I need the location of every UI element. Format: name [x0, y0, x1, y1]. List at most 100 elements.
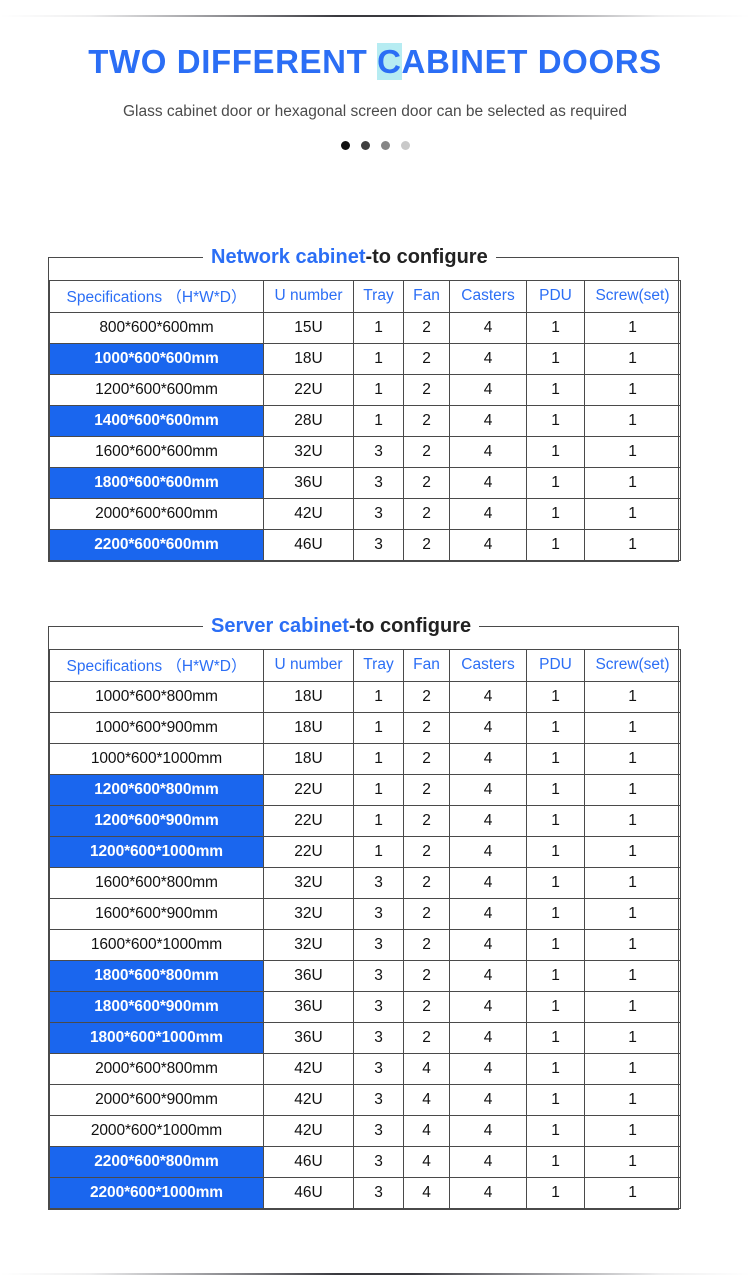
cell-spec: 2200*600*600mm	[49, 528, 264, 561]
cell-casters: 4	[449, 1114, 527, 1147]
cell-screw: 1	[584, 866, 681, 899]
cell-pdu: 1	[526, 897, 585, 930]
cell-pdu: 1	[526, 497, 585, 530]
cell-tray: 3	[353, 928, 404, 961]
cell-u: 42U	[263, 497, 354, 530]
cell-pdu: 1	[526, 928, 585, 961]
column-header-u: U number	[263, 648, 354, 682]
cell-u: 32U	[263, 435, 354, 468]
column-header-casters: Casters	[449, 279, 527, 313]
cell-screw: 1	[584, 1145, 681, 1178]
column-header-tray: Tray	[353, 279, 404, 313]
cell-spec: 1000*600*600mm	[49, 342, 264, 375]
table-legend: Server cabinet-to configure	[48, 615, 679, 636]
cell-casters: 4	[449, 1021, 527, 1054]
cell-fan: 2	[403, 680, 450, 713]
carousel-dots[interactable]	[0, 140, 750, 150]
cell-spec: 1200*600*800mm	[49, 773, 264, 806]
cell-pdu: 1	[526, 804, 585, 837]
cell-spec: 1200*600*900mm	[49, 804, 264, 837]
cell-pdu: 1	[526, 1021, 585, 1054]
cell-spec: 800*600*600mm	[49, 311, 264, 344]
cell-tray: 3	[353, 959, 404, 992]
legend-rule-left	[48, 257, 203, 258]
cell-u: 42U	[263, 1052, 354, 1085]
table-row: 800*600*600mm 15U 1 2 4 1 1	[49, 311, 681, 344]
cell-casters: 4	[449, 497, 527, 530]
cell-spec: 1800*600*1000mm	[49, 1021, 264, 1054]
spec-table: Specifications （H*W*D） U number Tray Fan Cas…	[49, 627, 681, 1209]
column-header-tray: Tray	[353, 648, 404, 682]
cell-casters: 4	[449, 959, 527, 992]
cell-casters: 4	[449, 866, 527, 899]
table-row: 1000*600*600mm 18U 1 2 4 1 1	[49, 342, 681, 375]
carousel-dot-4[interactable]	[400, 140, 410, 150]
cell-screw: 1	[584, 804, 681, 837]
cell-screw: 1	[584, 711, 681, 744]
cell-pdu: 1	[526, 528, 585, 561]
cell-pdu: 1	[526, 742, 585, 775]
page-title-highlight: C	[377, 43, 402, 80]
cell-u: 22U	[263, 804, 354, 837]
cell-casters: 4	[449, 435, 527, 468]
cell-screw: 1	[584, 1176, 681, 1209]
cell-screw: 1	[584, 435, 681, 468]
column-header-fan: Fan	[403, 648, 450, 682]
cell-pdu: 1	[526, 435, 585, 468]
cell-pdu: 1	[526, 835, 585, 868]
column-header-casters: Casters	[449, 648, 527, 682]
cell-u: 46U	[263, 1176, 354, 1209]
table-row: 1000*600*1000mm 18U 1 2 4 1 1	[49, 742, 681, 775]
carousel-dot-2[interactable]	[360, 140, 370, 150]
cell-u: 36U	[263, 1021, 354, 1054]
table-row: 1800*600*800mm 36U 3 2 4 1 1	[49, 959, 681, 992]
cell-casters: 4	[449, 928, 527, 961]
table-row: 1800*600*600mm 36U 3 2 4 1 1	[49, 466, 681, 499]
carousel-dot-1[interactable]	[340, 140, 350, 150]
carousel-dot-3[interactable]	[380, 140, 390, 150]
cell-screw: 1	[584, 1021, 681, 1054]
table-legend: Network cabinet-to configure	[48, 246, 679, 267]
cell-pdu: 1	[526, 711, 585, 744]
cell-screw: 1	[584, 404, 681, 437]
cell-pdu: 1	[526, 866, 585, 899]
top-divider	[0, 15, 750, 17]
cell-fan: 2	[403, 897, 450, 930]
table-row: 1600*600*900mm 32U 3 2 4 1 1	[49, 897, 681, 930]
column-header-fan: Fan	[403, 279, 450, 313]
cell-casters: 4	[449, 897, 527, 930]
table-row: 1200*600*800mm 22U 1 2 4 1 1	[49, 773, 681, 806]
page-title-post: ABINET DOORS	[401, 43, 662, 80]
cell-pdu: 1	[526, 311, 585, 344]
cell-fan: 2	[403, 773, 450, 806]
cell-spec: 1000*600*1000mm	[49, 742, 264, 775]
cell-u: 32U	[263, 928, 354, 961]
cell-pdu: 1	[526, 1145, 585, 1178]
cell-screw: 1	[584, 990, 681, 1023]
cell-tray: 3	[353, 466, 404, 499]
network-cabinet-block: Network cabinet-to configure Specificatio…	[48, 246, 681, 562]
cell-casters: 4	[449, 1176, 527, 1209]
cell-spec: 1800*600*900mm	[49, 990, 264, 1023]
table-legend-text: Network cabinet-to configure	[203, 246, 496, 267]
cell-casters: 4	[449, 990, 527, 1023]
cell-tray: 3	[353, 1052, 404, 1085]
table-row: 1600*600*800mm 32U 3 2 4 1 1	[49, 866, 681, 899]
table-row: 1000*600*800mm 18U 1 2 4 1 1	[49, 680, 681, 713]
cell-tray: 1	[353, 742, 404, 775]
cell-casters: 4	[449, 528, 527, 561]
table-row: 1600*600*600mm 32U 3 2 4 1 1	[49, 435, 681, 468]
cell-u: 42U	[263, 1083, 354, 1116]
cell-screw: 1	[584, 342, 681, 375]
cell-pdu: 1	[526, 342, 585, 375]
cell-tray: 3	[353, 497, 404, 530]
cell-fan: 2	[403, 866, 450, 899]
cell-casters: 4	[449, 1052, 527, 1085]
cell-u: 32U	[263, 866, 354, 899]
cell-screw: 1	[584, 311, 681, 344]
cell-fan: 2	[403, 404, 450, 437]
cell-pdu: 1	[526, 959, 585, 992]
cell-fan: 2	[403, 497, 450, 530]
table-row: 1400*600*600mm 28U 1 2 4 1 1	[49, 404, 681, 437]
cell-u: 18U	[263, 680, 354, 713]
